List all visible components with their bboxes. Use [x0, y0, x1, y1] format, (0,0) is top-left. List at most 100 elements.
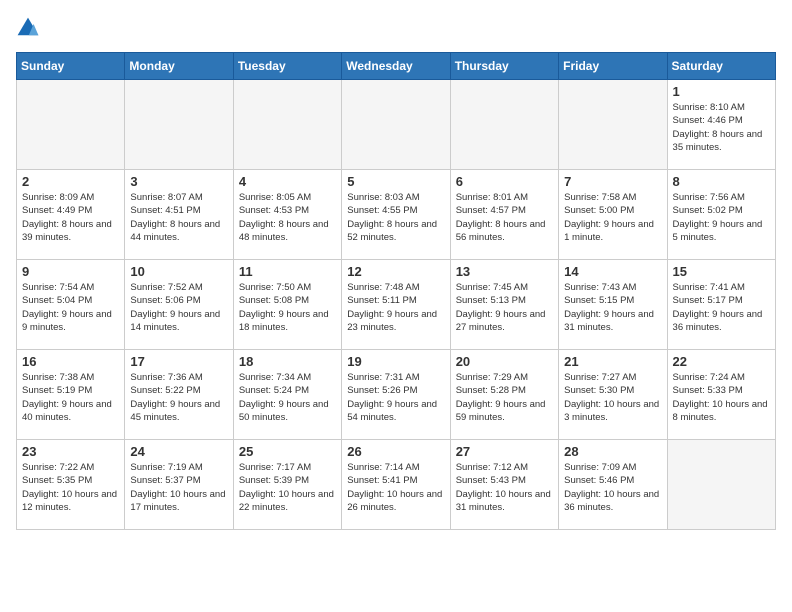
calendar-cell: 3 Sunrise: 8:07 AM Sunset: 4:51 PM Daylig…: [125, 170, 233, 260]
day-number: 27: [456, 444, 553, 459]
weekday-header: Thursday: [450, 53, 558, 80]
calendar-cell: [233, 80, 341, 170]
calendar-cell: 6 Sunrise: 8:01 AM Sunset: 4:57 PM Daylig…: [450, 170, 558, 260]
calendar-cell: 12 Sunrise: 7:48 AM Sunset: 5:11 PM Dayli…: [342, 260, 450, 350]
calendar-week-row: 1 Sunrise: 8:10 AM Sunset: 4:46 PM Daylig…: [17, 80, 776, 170]
day-info: Sunrise: 7:43 AM Sunset: 5:15 PM Dayligh…: [564, 281, 661, 334]
day-info: Sunrise: 7:38 AM Sunset: 5:19 PM Dayligh…: [22, 371, 119, 424]
calendar-cell: 22Sunrise: 7:24 AM Sunset: 5:33 PM Dayli…: [667, 350, 775, 440]
day-info: Sunrise: 7:12 AM Sunset: 5:43 PM Dayligh…: [456, 461, 553, 514]
day-number: 26: [347, 444, 444, 459]
day-number: 6: [456, 174, 553, 189]
day-number: 15: [673, 264, 770, 279]
calendar-week-row: 2 Sunrise: 8:09 AM Sunset: 4:49 PM Daylig…: [17, 170, 776, 260]
calendar-cell: 16 Sunrise: 7:38 AM Sunset: 5:19 PM Dayli…: [17, 350, 125, 440]
day-info: Sunrise: 7:34 AM Sunset: 5:24 PM Dayligh…: [239, 371, 336, 424]
day-number: 7: [564, 174, 661, 189]
day-number: 8: [673, 174, 770, 189]
day-number: 21: [564, 354, 661, 369]
day-info: Sunrise: 7:17 AM Sunset: 5:39 PM Dayligh…: [239, 461, 336, 514]
weekday-header: Friday: [559, 53, 667, 80]
day-info: Sunrise: 7:22 AM Sunset: 5:35 PM Dayligh…: [22, 461, 119, 514]
day-number: 28: [564, 444, 661, 459]
weekday-header: Saturday: [667, 53, 775, 80]
calendar-cell: [342, 80, 450, 170]
calendar-cell: 7Sunrise: 7:58 AM Sunset: 5:00 PM Daylig…: [559, 170, 667, 260]
day-info: Sunrise: 8:05 AM Sunset: 4:53 PM Dayligh…: [239, 191, 336, 244]
day-info: Sunrise: 7:29 AM Sunset: 5:28 PM Dayligh…: [456, 371, 553, 424]
day-number: 16: [22, 354, 119, 369]
day-number: 25: [239, 444, 336, 459]
weekday-header: Sunday: [17, 53, 125, 80]
logo: [16, 16, 44, 40]
day-info: Sunrise: 7:56 AM Sunset: 5:02 PM Dayligh…: [673, 191, 770, 244]
day-number: 12: [347, 264, 444, 279]
day-info: Sunrise: 7:27 AM Sunset: 5:30 PM Dayligh…: [564, 371, 661, 424]
day-info: Sunrise: 8:09 AM Sunset: 4:49 PM Dayligh…: [22, 191, 119, 244]
day-number: 22: [673, 354, 770, 369]
day-info: Sunrise: 7:52 AM Sunset: 5:06 PM Dayligh…: [130, 281, 227, 334]
calendar-cell: 8 Sunrise: 7:56 AM Sunset: 5:02 PM Daylig…: [667, 170, 775, 260]
calendar-cell: 9 Sunrise: 7:54 AM Sunset: 5:04 PM Daylig…: [17, 260, 125, 350]
calendar-week-row: 9 Sunrise: 7:54 AM Sunset: 5:04 PM Daylig…: [17, 260, 776, 350]
calendar-cell: 4Sunrise: 8:05 AM Sunset: 4:53 PM Daylig…: [233, 170, 341, 260]
calendar-cell: [559, 80, 667, 170]
day-number: 20: [456, 354, 553, 369]
calendar-cell: 20 Sunrise: 7:29 AM Sunset: 5:28 PM Dayli…: [450, 350, 558, 440]
weekday-header: Monday: [125, 53, 233, 80]
calendar-cell: 27 Sunrise: 7:12 AM Sunset: 5:43 PM Dayli…: [450, 440, 558, 530]
day-info: Sunrise: 7:54 AM Sunset: 5:04 PM Dayligh…: [22, 281, 119, 334]
day-number: 24: [130, 444, 227, 459]
day-info: Sunrise: 7:50 AM Sunset: 5:08 PM Dayligh…: [239, 281, 336, 334]
day-info: Sunrise: 8:01 AM Sunset: 4:57 PM Dayligh…: [456, 191, 553, 244]
day-info: Sunrise: 7:45 AM Sunset: 5:13 PM Dayligh…: [456, 281, 553, 334]
calendar-cell: [125, 80, 233, 170]
calendar-cell: 14 Sunrise: 7:43 AM Sunset: 5:15 PM Dayli…: [559, 260, 667, 350]
day-info: Sunrise: 7:41 AM Sunset: 5:17 PM Dayligh…: [673, 281, 770, 334]
day-info: Sunrise: 7:48 AM Sunset: 5:11 PM Dayligh…: [347, 281, 444, 334]
day-number: 23: [22, 444, 119, 459]
calendar-cell: 28 Sunrise: 7:09 AM Sunset: 5:46 PM Dayli…: [559, 440, 667, 530]
day-number: 5: [347, 174, 444, 189]
weekday-header: Wednesday: [342, 53, 450, 80]
day-number: 3: [130, 174, 227, 189]
day-info: Sunrise: 7:14 AM Sunset: 5:41 PM Dayligh…: [347, 461, 444, 514]
calendar-cell: 21 Sunrise: 7:27 AM Sunset: 5:30 PM Dayli…: [559, 350, 667, 440]
logo-icon: [16, 16, 40, 40]
calendar-cell: [667, 440, 775, 530]
calendar-cell: 13Sunrise: 7:45 AM Sunset: 5:13 PM Dayli…: [450, 260, 558, 350]
calendar-cell: 17Sunrise: 7:36 AM Sunset: 5:22 PM Dayli…: [125, 350, 233, 440]
day-number: 9: [22, 264, 119, 279]
day-number: 2: [22, 174, 119, 189]
calendar-cell: [17, 80, 125, 170]
day-number: 14: [564, 264, 661, 279]
calendar-cell: 11 Sunrise: 7:50 AM Sunset: 5:08 PM Dayli…: [233, 260, 341, 350]
day-info: Sunrise: 7:36 AM Sunset: 5:22 PM Dayligh…: [130, 371, 227, 424]
day-number: 11: [239, 264, 336, 279]
calendar-cell: 24 Sunrise: 7:19 AM Sunset: 5:37 PM Dayli…: [125, 440, 233, 530]
calendar-cell: 5Sunrise: 8:03 AM Sunset: 4:55 PM Daylig…: [342, 170, 450, 260]
calendar-cell: 26 Sunrise: 7:14 AM Sunset: 5:41 PM Dayli…: [342, 440, 450, 530]
day-info: Sunrise: 7:31 AM Sunset: 5:26 PM Dayligh…: [347, 371, 444, 424]
day-number: 1: [673, 84, 770, 99]
page-header: [16, 16, 776, 40]
calendar-cell: 19 Sunrise: 7:31 AM Sunset: 5:26 PM Dayli…: [342, 350, 450, 440]
day-info: Sunrise: 8:07 AM Sunset: 4:51 PM Dayligh…: [130, 191, 227, 244]
calendar-cell: 1 Sunrise: 8:10 AM Sunset: 4:46 PM Daylig…: [667, 80, 775, 170]
calendar-cell: 10Sunrise: 7:52 AM Sunset: 5:06 PM Dayli…: [125, 260, 233, 350]
calendar-table: SundayMondayTuesdayWednesdayThursdayFrid…: [16, 52, 776, 530]
day-number: 19: [347, 354, 444, 369]
day-info: Sunrise: 7:09 AM Sunset: 5:46 PM Dayligh…: [564, 461, 661, 514]
calendar-cell: 15 Sunrise: 7:41 AM Sunset: 5:17 PM Dayli…: [667, 260, 775, 350]
calendar-cell: 2 Sunrise: 8:09 AM Sunset: 4:49 PM Daylig…: [17, 170, 125, 260]
day-info: Sunrise: 7:19 AM Sunset: 5:37 PM Dayligh…: [130, 461, 227, 514]
calendar-cell: [450, 80, 558, 170]
calendar-week-row: 23 Sunrise: 7:22 AM Sunset: 5:35 PM Dayli…: [17, 440, 776, 530]
weekday-header: Tuesday: [233, 53, 341, 80]
calendar-cell: 23 Sunrise: 7:22 AM Sunset: 5:35 PM Dayli…: [17, 440, 125, 530]
day-info: Sunrise: 8:10 AM Sunset: 4:46 PM Dayligh…: [673, 101, 770, 154]
calendar-cell: 25 Sunrise: 7:17 AM Sunset: 5:39 PM Dayli…: [233, 440, 341, 530]
calendar-cell: 18 Sunrise: 7:34 AM Sunset: 5:24 PM Dayli…: [233, 350, 341, 440]
calendar-header-row: SundayMondayTuesdayWednesdayThursdayFrid…: [17, 53, 776, 80]
day-number: 18: [239, 354, 336, 369]
